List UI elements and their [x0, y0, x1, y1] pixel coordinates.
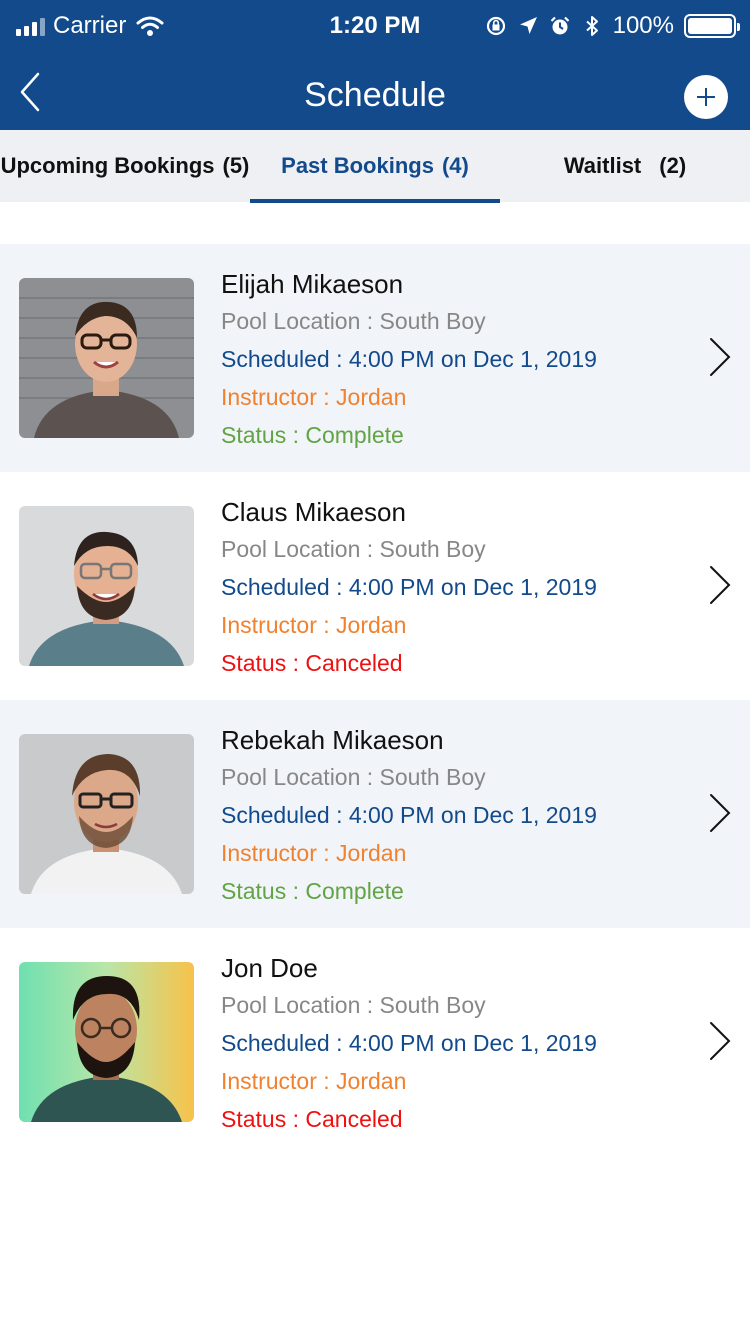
status-bar: Carrier 1:20 PM 100%: [0, 0, 750, 52]
booking-tabs: Upcoming Bookings (5) Past Bookings (4) …: [0, 130, 750, 203]
tab-label: Past Bookings: [281, 153, 434, 178]
past-bookings-list: Elijah Mikaeson Pool Location : South Bo…: [0, 244, 750, 1156]
bluetooth-icon: [585, 16, 598, 36]
battery-icon: [684, 14, 740, 38]
wifi-icon: [136, 16, 164, 36]
page-title: Schedule: [304, 76, 446, 114]
client-name: Elijah Mikaeson: [221, 269, 404, 299]
add-booking-button[interactable]: [684, 75, 728, 119]
avatar: [19, 506, 194, 666]
chevron-right-icon: [710, 1022, 731, 1060]
scheduled-time: Scheduled : 4:00 PM on Dec 1, 2019: [221, 346, 597, 372]
booking-item[interactable]: Jon Doe Pool Location : South Boy Schedu…: [0, 928, 750, 1156]
scheduled-time: Scheduled : 4:00 PM on Dec 1, 2019: [221, 574, 597, 600]
booking-status: Status : Complete: [221, 422, 404, 448]
pool-location: Pool Location : South Boy: [221, 536, 486, 562]
app-header: Carrier 1:20 PM 100% Schedule: [0, 0, 750, 130]
tab-waitlist[interactable]: Waitlist (2): [500, 130, 750, 202]
scheduled-time: Scheduled : 4:00 PM on Dec 1, 2019: [221, 1030, 597, 1056]
carrier-name: Carrier: [53, 12, 127, 39]
client-name: Claus Mikaeson: [221, 497, 406, 527]
tab-count: (4): [441, 153, 469, 178]
client-name: Rebekah Mikaeson: [221, 725, 444, 755]
instructor-name: Instructor : Jordan: [221, 840, 407, 866]
tab-count: (5): [222, 153, 250, 178]
chevron-right-icon: [710, 338, 731, 376]
client-name: Jon Doe: [221, 953, 318, 983]
active-tab-indicator: [250, 199, 500, 203]
tab-count: (2): [659, 153, 687, 178]
alarm-icon: [550, 16, 569, 35]
tab-past-bookings[interactable]: Past Bookings (4): [250, 130, 500, 202]
scheduled-time: Scheduled : 4:00 PM on Dec 1, 2019: [221, 802, 597, 828]
avatar: [19, 962, 194, 1122]
instructor-name: Instructor : Jordan: [221, 1068, 407, 1094]
pool-location: Pool Location : South Boy: [221, 308, 486, 334]
back-button[interactable]: [12, 70, 52, 114]
chevron-right-icon: [710, 566, 731, 604]
location-arrow-icon: [519, 17, 537, 34]
pool-location: Pool Location : South Boy: [221, 992, 486, 1018]
orientation-lock-icon: [486, 16, 505, 36]
booking-item[interactable]: Claus Mikaeson Pool Location : South Boy…: [0, 472, 750, 700]
booking-item[interactable]: Rebekah Mikaeson Pool Location : South B…: [0, 700, 750, 928]
tab-label: Waitlist: [563, 153, 642, 178]
pool-location: Pool Location : South Boy: [221, 764, 486, 790]
cellular-signal-icon: [16, 16, 45, 36]
battery-percentage: 100%: [612, 12, 674, 39]
booking-item[interactable]: Elijah Mikaeson Pool Location : South Bo…: [0, 244, 750, 472]
booking-status: Status : Canceled: [221, 1106, 403, 1132]
instructor-name: Instructor : Jordan: [221, 612, 407, 638]
tab-upcoming-bookings[interactable]: Upcoming Bookings (5): [0, 130, 250, 202]
avatar: [19, 278, 194, 438]
instructor-name: Instructor : Jordan: [221, 384, 407, 410]
booking-status: Status : Canceled: [221, 650, 403, 676]
avatar: [19, 734, 194, 894]
tab-label: Upcoming Bookings: [0, 153, 215, 178]
booking-status: Status : Complete: [221, 878, 404, 904]
navigation-bar: Schedule: [0, 52, 750, 130]
chevron-right-icon: [710, 794, 731, 832]
